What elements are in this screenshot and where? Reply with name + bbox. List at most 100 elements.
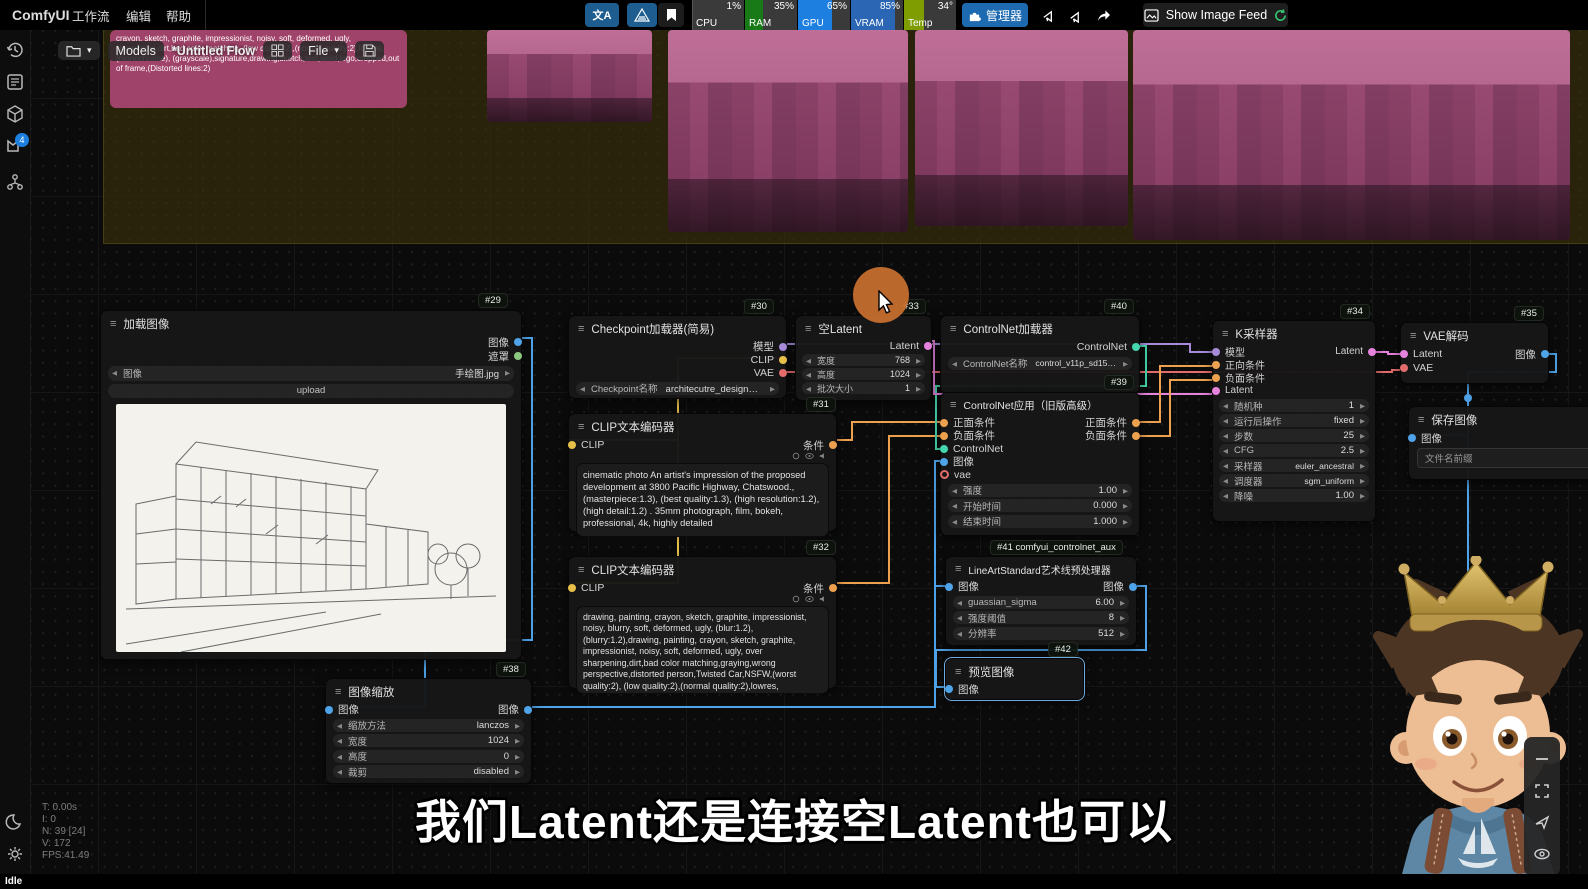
denoise-widget[interactable]: 降噪1.00 [1219, 489, 1369, 502]
intensity-threshold-widget[interactable]: 强度阈值8 [953, 611, 1129, 624]
node-menu-icon[interactable]: ≡ [1222, 329, 1228, 340]
node-menu-icon[interactable]: ≡ [578, 422, 584, 433]
resolution-widget[interactable]: 分辨率512 [953, 627, 1129, 640]
input-port-controlnet[interactable]: ControlNet [940, 443, 1003, 455]
input-port-vae[interactable]: vae [940, 469, 971, 481]
node-load-image[interactable]: ≡ 加载图像 图像 遮罩 图像 手绘图.jpg upload [100, 310, 522, 660]
input-port-image[interactable]: 图像 [325, 702, 359, 717]
models-button[interactable]: Models [108, 41, 164, 61]
eye-icon[interactable] [805, 452, 814, 460]
reroute-dot[interactable] [1464, 394, 1472, 402]
node-library-icon[interactable] [5, 72, 25, 92]
output-port-vae[interactable]: VAE [754, 367, 787, 379]
output-port-controlnet[interactable]: ControlNet [1077, 341, 1140, 353]
node-menu-icon[interactable]: ≡ [578, 324, 584, 335]
output-port-image[interactable]: 图像 [1103, 579, 1137, 594]
theme-toggle-icon[interactable] [5, 812, 25, 832]
prompt-textarea[interactable]: cinematic photo An artist's impression o… [576, 463, 829, 537]
node-lineart-preprocessor[interactable]: ≡ LineArtStandard艺术线预处理器 图像 图像 guassian_… [945, 556, 1137, 646]
model-library-icon[interactable] [5, 104, 25, 124]
output-port-latent[interactable]: Latent [890, 340, 932, 352]
input-port-image[interactable]: 图像 [1408, 431, 1442, 446]
node-menu-icon[interactable]: ≡ [950, 324, 956, 335]
horn-button-2[interactable] [1062, 3, 1086, 27]
node-vae-decode[interactable]: ≡ VAE解码 Latent 图像 VAE [1400, 322, 1549, 384]
batch-size-widget[interactable]: 批次大小1 [802, 382, 925, 394]
input-port-latent[interactable]: Latent [1400, 348, 1442, 360]
node-menu-icon[interactable]: ≡ [950, 400, 956, 411]
gaussian-sigma-widget[interactable]: guassian_sigma6.00 [953, 596, 1129, 609]
file-menu[interactable]: File▾ [300, 41, 347, 61]
logo-toggle-button[interactable] [627, 3, 657, 27]
output-port-image[interactable]: 图像 [488, 335, 522, 350]
image-file-widget[interactable]: 图像 手绘图.jpg [108, 366, 514, 381]
translate-button[interactable]: 文A [585, 3, 619, 27]
input-port-image[interactable]: 图像 [945, 682, 979, 697]
start-percent-widget[interactable]: 开始时间0.000 [948, 499, 1132, 512]
horn-button-1[interactable] [1036, 3, 1060, 27]
grid-icon[interactable] [263, 41, 292, 60]
pin-icon[interactable] [792, 595, 800, 603]
cfg-widget[interactable]: CFG2.5 [1219, 444, 1369, 457]
speaker-icon[interactable] [819, 595, 827, 603]
output-port-image[interactable]: 图像 [1515, 347, 1549, 362]
node-preview-image[interactable]: ≡ 预览图像 图像 [945, 658, 1084, 700]
manager-button[interactable]: 管理器 [962, 3, 1028, 27]
node-ksampler[interactable]: ≡ K采样器 模型 Latent 正向条件 负面条件 Latent 随机种1 运… [1212, 320, 1376, 522]
output-port-mask[interactable]: 遮罩 [488, 349, 522, 364]
upload-button[interactable]: upload [108, 384, 514, 398]
zoom-out-icon[interactable] [1533, 750, 1551, 768]
node-menu-icon[interactable]: ≡ [335, 687, 341, 698]
node-canvas[interactable]: crayon, sketch, graphite, impressionist,… [0, 0, 1588, 889]
steps-widget[interactable]: 步数25 [1219, 429, 1369, 442]
node-menu-icon[interactable]: ≡ [110, 319, 116, 330]
output-port-negative[interactable]: 负面条件 [1085, 428, 1140, 443]
node-menu-icon[interactable]: ≡ [1418, 415, 1424, 426]
menu-help[interactable]: 帮助 [166, 0, 191, 30]
node-menu-icon[interactable]: ≡ [578, 565, 584, 576]
node-image-scale[interactable]: ≡ 图像缩放 图像 图像 缩放方法lanczos 宽度1024 高度0 裁剪di… [325, 678, 532, 784]
after-run-widget[interactable]: 运行后操作fixed [1219, 414, 1369, 427]
bookmark-button[interactable] [658, 3, 684, 27]
history-icon[interactable] [5, 40, 25, 60]
output-port-clip[interactable]: CLIP [751, 354, 787, 366]
node-clip-encode-positive[interactable]: ≡ CLIP文本编码器 CLIP 条件 cinematic photo An a… [568, 413, 837, 532]
strength-widget[interactable]: 强度1.00 [948, 484, 1132, 497]
node-menu-icon[interactable]: ≡ [805, 324, 811, 335]
node-menu-icon[interactable]: ≡ [955, 564, 961, 575]
show-image-feed-button[interactable]: Show Image Feed [1143, 3, 1288, 27]
prompt-textarea[interactable]: drawing, painting, crayon, sketch, graph… [576, 606, 829, 694]
input-port-image[interactable]: 图像 [940, 454, 974, 469]
output-port-latent[interactable]: Latent [1335, 346, 1376, 357]
speaker-icon[interactable] [819, 452, 827, 460]
menu-workflow[interactable]: 工作流 [72, 0, 110, 30]
width-widget[interactable]: 宽度1024 [333, 734, 524, 747]
checkpoint-name-widget[interactable]: Checkpoint名称 architecutre_design元技能-Yuan… [576, 382, 779, 395]
pin-icon[interactable] [792, 452, 800, 460]
sampler-widget[interactable]: 采样器euler_ancestral [1219, 459, 1369, 472]
output-port-cond[interactable]: 条件 [803, 581, 837, 596]
input-port-negative[interactable]: 负面条件 [1212, 370, 1265, 385]
output-port-model[interactable]: 模型 [753, 339, 787, 354]
scale-method-widget[interactable]: 缩放方法lanczos [333, 719, 524, 732]
input-port-image[interactable]: 图像 [945, 579, 979, 594]
width-widget[interactable]: 宽度768 [802, 354, 925, 366]
eye-icon[interactable] [805, 595, 814, 603]
node-clip-encode-negative[interactable]: ≡ CLIP文本编码器 CLIP 条件 drawing, painting, c… [568, 556, 837, 689]
node-checkpoint-loader[interactable]: ≡ Checkpoint加载器(简易) 模型 CLIP VAE Checkpoi… [568, 315, 787, 399]
end-percent-widget[interactable]: 结束时间1.000 [948, 515, 1132, 528]
output-port-cond[interactable]: 条件 [803, 438, 837, 453]
node-menu-icon[interactable]: ≡ [1410, 331, 1416, 342]
height-widget[interactable]: 高度1024 [802, 368, 925, 380]
open-workflow-button[interactable]: ▾ [58, 41, 100, 60]
crop-widget[interactable]: 裁剪disabled [333, 765, 524, 778]
workflow-tab[interactable]: *Untitled Flow [172, 44, 255, 58]
settings-gear-icon[interactable] [5, 844, 25, 864]
height-widget[interactable]: 高度0 [333, 750, 524, 763]
input-port-clip[interactable]: CLIP [568, 439, 604, 451]
share-button[interactable] [1090, 3, 1116, 27]
scheduler-widget[interactable]: 调度器sgm_uniform [1219, 474, 1369, 487]
controlnet-name-widget[interactable]: ControlNet名称 control_v11p_sd15_lineart.p… [948, 357, 1132, 370]
node-menu-icon[interactable]: ≡ [955, 667, 961, 678]
input-port-vae[interactable]: VAE [1400, 362, 1433, 374]
